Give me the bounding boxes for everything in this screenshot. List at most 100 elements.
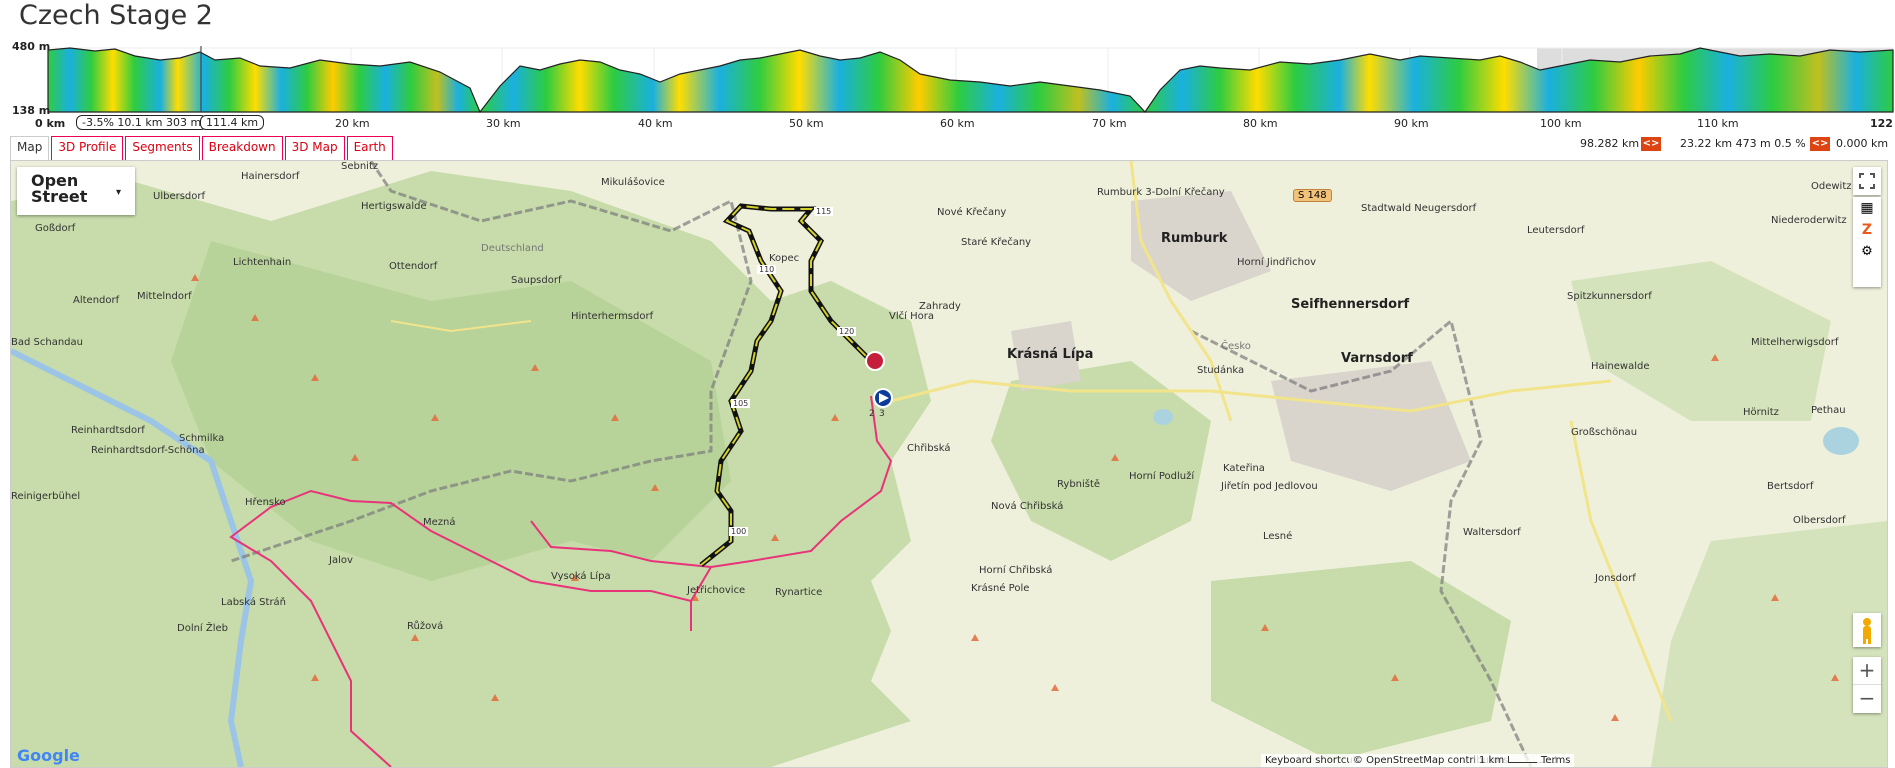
x-tick-20: 20 km xyxy=(335,117,370,130)
fullscreen-button[interactable] xyxy=(1853,167,1881,195)
profile-ymax: 480 m xyxy=(12,40,51,53)
place-rumburk: Rumburk xyxy=(1161,231,1228,246)
map-background xyxy=(11,161,1887,767)
place-reinhardtsdorf-schona: Reinhardtsdorf-Schöna xyxy=(91,445,205,456)
place-ulbersdorf: Ulbersdorf xyxy=(153,191,206,202)
layer-selector-label: Open Street xyxy=(31,171,88,206)
place-leutersdorf: Leutersdorf xyxy=(1527,225,1585,236)
place-stare-krecany: Staré Křečany xyxy=(961,237,1032,248)
elevation-area-2 xyxy=(478,49,1147,113)
place-nova-chribska: Nová Chřibská xyxy=(991,501,1064,512)
km-marker-2: 2 xyxy=(869,409,875,419)
place-mikulasovice: Mikulášovice xyxy=(601,177,665,188)
place-mittelndorf: Mittelndorf xyxy=(137,291,192,302)
profile-ymin: 138 m xyxy=(12,104,51,117)
map-layer-selector[interactable]: Open Street ▾ xyxy=(17,167,135,215)
place-pethau: Pethau xyxy=(1811,405,1846,416)
map-canvas[interactable]: Sebnitz Hainersdorf Mikulášovice Ulbersd… xyxy=(10,160,1888,768)
km-marker-3: 3 xyxy=(879,409,885,419)
place-chribska: Chřibská xyxy=(907,443,951,454)
tab-3d-profile[interactable]: 3D Profile xyxy=(51,136,124,160)
place-vlci-hora: Vlčí Hora xyxy=(889,311,934,322)
place-krasne-pole: Krásné Pole xyxy=(971,583,1030,594)
elevation-area-3 xyxy=(1143,47,1894,113)
place-schmilka: Schmilka xyxy=(179,433,225,444)
place-mezna: Mezná xyxy=(423,517,456,528)
place-jonsdorf: Jonsdorf xyxy=(1595,573,1636,584)
place-reinigerbuhel: Reinigerbühel xyxy=(11,491,81,502)
place-hertigswalde: Hertigswalde xyxy=(361,201,427,212)
place-ruzova: Růžová xyxy=(407,621,444,632)
place-spitzkunnersdorf: Spitzkunnersdorf xyxy=(1567,291,1652,302)
place-hinterhermsdorf: Hinterhermsdorf xyxy=(571,311,654,322)
place-varnsdorf: Varnsdorf xyxy=(1341,351,1413,366)
place-lichtenhain: Lichtenhain xyxy=(233,257,292,268)
finish-marker[interactable] xyxy=(865,351,885,371)
zoom-in-button[interactable]: + xyxy=(1853,657,1881,685)
x-tick-110: 110 km xyxy=(1697,117,1739,130)
place-studanka: Studánka xyxy=(1197,365,1245,376)
map-tools-panel: ▦ Z ⚙ xyxy=(1853,197,1881,287)
place-labska-stran: Labská Stráň xyxy=(221,597,287,608)
place-sebnitz: Sebnitz xyxy=(341,161,379,172)
place-rumburk-3: Rumburk 3-Dolní Křečany xyxy=(1097,187,1225,198)
place-mittelherwigsdorf: Mittelherwigsdorf xyxy=(1751,337,1839,348)
x-tick-80: 80 km xyxy=(1243,117,1278,130)
x-tick-40: 40 km xyxy=(638,117,673,130)
stats-left-arrows[interactable]: <> xyxy=(1641,137,1661,151)
place-jalov: Jalov xyxy=(329,555,353,566)
x-tick-90: 90 km xyxy=(1394,117,1429,130)
x-tick-60: 60 km xyxy=(940,117,975,130)
place-saupsdorf: Saupsdorf xyxy=(511,275,562,286)
km-marker-120: 120 xyxy=(837,327,857,336)
km-marker-110: 110 xyxy=(757,265,777,274)
place-jiretin: Jiřetín pod Jedlovou xyxy=(1221,481,1318,492)
place-horni-jindrichov: Horní Jindřichov xyxy=(1237,257,1317,268)
place-grossschonau: Großschönau xyxy=(1571,427,1638,438)
place-nove-krecany: Nové Křečany xyxy=(937,207,1007,218)
place-horni-podluzi: Horní Podluží xyxy=(1129,471,1195,482)
tab-segments[interactable]: Segments xyxy=(125,136,200,160)
pegman-icon xyxy=(1863,618,1871,644)
tab-earth[interactable]: Earth xyxy=(346,136,393,160)
x-tick-70: 70 km xyxy=(1092,117,1127,130)
terms-link[interactable]: Terms xyxy=(1537,754,1575,767)
place-ottendorf: Ottendorf xyxy=(389,261,438,272)
place-olbersdorf: Olbersdorf xyxy=(1793,515,1846,526)
place-vysoka-lipa: Vysoká Lípa xyxy=(551,571,611,582)
segment-tag: -3.5% 10.1 km 303 m xyxy=(76,115,208,130)
stats-left-km: 98.282 km xyxy=(1580,137,1640,150)
place-hainewalde: Hainewalde xyxy=(1591,361,1650,372)
place-bertsdorf: Bertsdorf xyxy=(1767,481,1814,492)
place-hainersdorf: Hainersdorf xyxy=(241,171,300,182)
place-katerina: Kateřina xyxy=(1223,463,1265,474)
scale-label: 1 km xyxy=(1479,755,1505,766)
position-tag: 111.4 km xyxy=(200,115,265,130)
tab-3d-map[interactable]: 3D Map xyxy=(284,136,345,160)
place-horni-chribska: Horní Chřibská xyxy=(979,565,1053,576)
place-dolni-zleb: Dolní Žleb xyxy=(177,623,229,634)
stats-right-arrows[interactable]: <> xyxy=(1810,137,1830,151)
tab-breakdown[interactable]: Breakdown xyxy=(201,136,283,160)
x-tick-100: 100 km xyxy=(1540,117,1582,130)
place-hrensko: Hřensko xyxy=(245,497,286,508)
x-tick-50: 50 km xyxy=(789,117,824,130)
km-marker-100: 100 xyxy=(729,527,749,536)
stats-right-km: 0.000 km xyxy=(1836,137,1889,150)
tab-map[interactable]: Map xyxy=(10,136,50,160)
place-reinhardtsdorf: Reinhardtsdorf xyxy=(71,425,145,436)
fullscreen-icon xyxy=(1859,173,1875,189)
gear-icon[interactable]: ⚙ xyxy=(1853,241,1881,263)
place-rybniste: Rybniště xyxy=(1057,479,1101,490)
strava-icon[interactable]: Z xyxy=(1853,219,1881,241)
x-tick-30: 30 km xyxy=(486,117,521,130)
street-view-pegman[interactable] xyxy=(1853,613,1881,647)
place-odewitz: Odewitz xyxy=(1811,181,1852,192)
elevation-area xyxy=(47,47,481,113)
x-tick-end: 122 xyxy=(1870,117,1893,130)
grid-icon[interactable]: ▦ xyxy=(1853,197,1881,219)
place-seifhennersdorf: Seifhennersdorf xyxy=(1291,297,1410,312)
place-niederoderwitz: Niederoderwitz xyxy=(1771,215,1847,226)
place-gossdorf: Goßdorf xyxy=(35,223,76,234)
zoom-out-button[interactable]: − xyxy=(1853,685,1881,712)
